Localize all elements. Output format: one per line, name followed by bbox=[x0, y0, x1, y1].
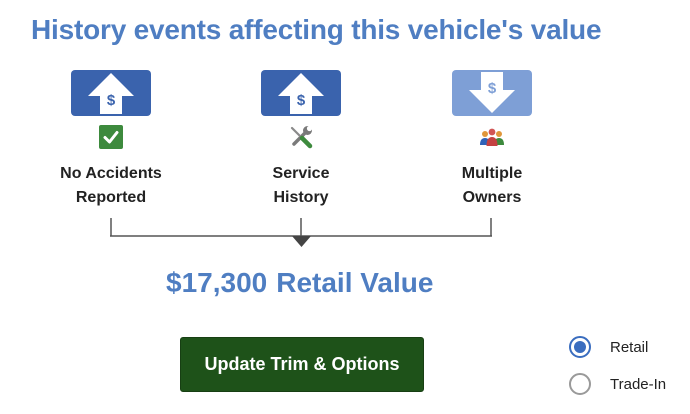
radio-button-unchecked[interactable] bbox=[569, 373, 591, 395]
value-up-arrow-icon: $ bbox=[261, 70, 341, 116]
value-up-arrow-icon: $ bbox=[71, 70, 151, 116]
event-label-line-2: History bbox=[273, 189, 329, 206]
event-label-line-1: Multiple bbox=[461, 165, 523, 182]
checkmark-icon bbox=[99, 125, 123, 149]
svg-text:$: $ bbox=[107, 92, 116, 109]
history-event-multiple-owners: $ Multiple Owners bbox=[392, 70, 592, 210]
event-label-line-2: Reported bbox=[75, 189, 147, 206]
svg-text:$: $ bbox=[488, 80, 497, 97]
event-label-line-2: Owners bbox=[462, 189, 522, 206]
event-label-line-1: No Accidents bbox=[60, 165, 162, 182]
radio-dot bbox=[574, 341, 586, 353]
events-bracket-connector bbox=[110, 218, 492, 247]
history-event-service-history: $ Service History bbox=[201, 70, 401, 210]
radio-option-trade-in[interactable]: Trade-In bbox=[569, 373, 666, 395]
people-icon bbox=[480, 128, 504, 146]
history-event-no-accidents: $ No Accidents Reported bbox=[11, 70, 211, 210]
retail-price: $17,300 bbox=[166, 267, 268, 298]
event-label: Multiple Owners bbox=[462, 162, 522, 210]
tools-icon bbox=[290, 125, 313, 149]
radio-label-trade-in: Trade-In bbox=[610, 375, 667, 393]
value-summary: $17,300 Retail Value bbox=[166, 267, 433, 299]
section-title: History events affecting this vehicle's … bbox=[31, 14, 602, 45]
vehicle-history-panel: History events affecting this vehicle's … bbox=[0, 0, 690, 414]
value-down-arrow-icon: $ bbox=[452, 70, 532, 116]
radio-label-retail: Retail bbox=[610, 338, 649, 356]
retail-value-label: Retail Value bbox=[276, 267, 434, 298]
update-trim-options-button[interactable]: Update Trim & Options bbox=[180, 337, 424, 392]
down-pointer-icon bbox=[292, 236, 311, 247]
radio-option-retail[interactable]: Retail bbox=[569, 336, 648, 358]
event-label: No Accidents Reported bbox=[60, 162, 162, 210]
radio-button-checked[interactable] bbox=[569, 336, 591, 358]
event-label-line-1: Service bbox=[272, 165, 330, 182]
svg-text:$: $ bbox=[297, 92, 306, 109]
event-label: Service History bbox=[273, 162, 330, 210]
